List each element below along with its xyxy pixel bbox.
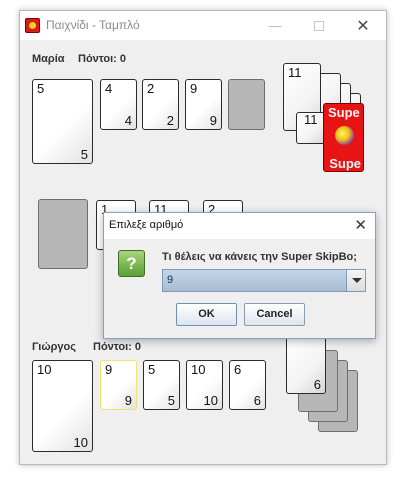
- choose-number-dialog: Επιλεξε αριθμό ✕ ? Τι θέλεις να κάνεις τ…: [103, 212, 376, 339]
- top-discard-2[interactable]: 2 2: [142, 79, 179, 130]
- bottom-discard-4[interactable]: 6 6: [229, 360, 266, 410]
- title-bar[interactable]: Παιχνίδι - Ταμπλό — ✕: [20, 11, 386, 40]
- super-card-label: Supe: [329, 156, 361, 171]
- close-button[interactable]: ✕: [341, 11, 385, 40]
- draw-deck[interactable]: [38, 199, 88, 269]
- maximize-button[interactable]: [297, 11, 341, 40]
- card-value: 4: [105, 81, 113, 96]
- cancel-button[interactable]: Cancel: [244, 303, 305, 326]
- card-value: 5: [148, 362, 156, 377]
- top-discard-3[interactable]: 9 9: [185, 79, 222, 130]
- card-value: 11: [288, 65, 302, 80]
- card-value: 4: [124, 113, 132, 128]
- card-value: 2: [147, 81, 155, 96]
- top-player-score: Πόντοι: 0: [78, 53, 126, 65]
- top-discard-1[interactable]: 4 4: [100, 79, 137, 130]
- card-value: 5: [80, 147, 88, 162]
- hand-stack-top[interactable]: 6: [286, 336, 326, 394]
- card-value: 5: [167, 393, 175, 408]
- question-icon: ?: [118, 250, 145, 277]
- top-hidden-card: [228, 79, 265, 130]
- card-value: 9: [124, 393, 132, 408]
- dialog-message: Τι θέλεις να κάνεις την Super SkipBo;: [162, 251, 357, 263]
- maximize-icon: [314, 20, 324, 31]
- card-value: 11: [304, 112, 318, 127]
- draw-pile-mid: 11: [296, 112, 326, 144]
- card-value: 9: [105, 362, 113, 377]
- number-select[interactable]: 9: [162, 269, 366, 292]
- dialog-title: Επιλεξε αριθμό: [109, 219, 184, 231]
- top-stock-card[interactable]: 5 5: [32, 79, 93, 164]
- super-card-label: Supe: [328, 105, 360, 120]
- dialog-title-bar[interactable]: Επιλεξε αριθμό ✕: [104, 213, 375, 239]
- bottom-player-name: Γιώργος: [32, 341, 76, 353]
- bottom-discard-3[interactable]: 10 10: [186, 360, 223, 410]
- chevron-down-icon[interactable]: [346, 270, 365, 291]
- minimize-icon: —: [268, 18, 282, 33]
- card-value: 9: [209, 113, 217, 128]
- skipbo-logo-icon: [335, 126, 354, 145]
- top-player-name: Μαρία: [32, 53, 65, 65]
- card-value: 10: [203, 393, 218, 408]
- app-icon: [25, 18, 40, 33]
- close-icon: ✕: [356, 17, 370, 35]
- card-value: 2: [166, 113, 174, 128]
- card-value: 5: [37, 81, 45, 96]
- super-skipbo-card[interactable]: Supe Supe: [323, 103, 364, 172]
- card-value: 6: [253, 393, 261, 408]
- dialog-close-button[interactable]: ✕: [354, 216, 367, 234]
- window-title: Παιχνίδι - Ταμπλό: [46, 18, 140, 32]
- ok-button[interactable]: OK: [176, 303, 237, 326]
- card-value: 9: [190, 81, 198, 96]
- bottom-stock-card[interactable]: 10 10: [32, 360, 93, 452]
- bottom-player-score: Πόντοι: 0: [93, 341, 141, 353]
- card-value: 6: [313, 377, 321, 392]
- card-value: 10: [191, 362, 206, 377]
- card-value: 10: [37, 362, 52, 377]
- minimize-button[interactable]: —: [253, 11, 297, 40]
- card-value: 10: [73, 435, 88, 450]
- bottom-discard-2[interactable]: 5 5: [143, 360, 180, 410]
- number-select-value: 9: [167, 274, 174, 286]
- close-icon: ✕: [354, 217, 367, 234]
- card-value: 6: [234, 362, 242, 377]
- bottom-discard-1-selected[interactable]: 9 9: [100, 360, 137, 410]
